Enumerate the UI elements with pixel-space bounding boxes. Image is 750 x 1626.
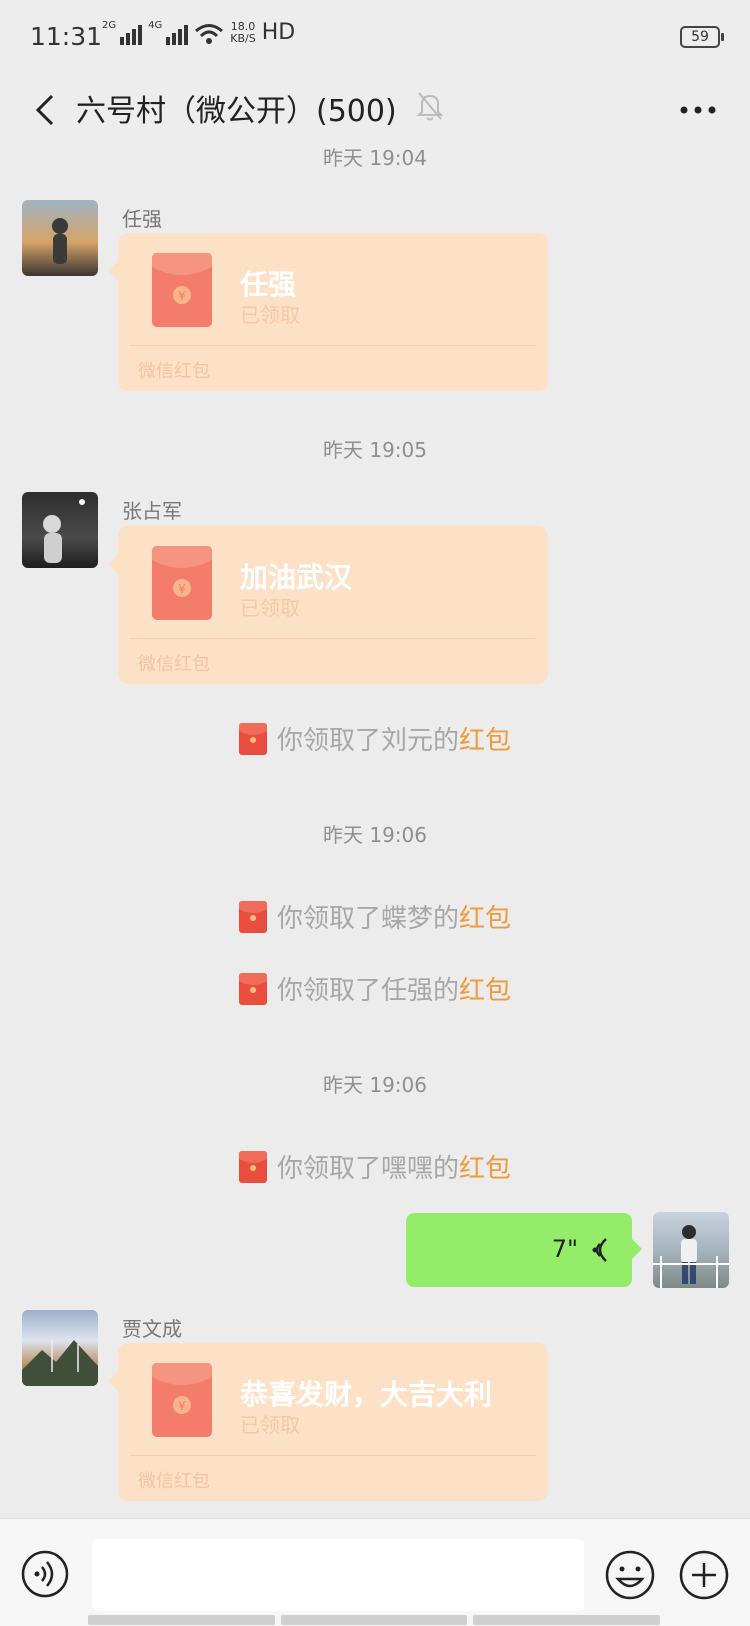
red-packet-message[interactable]: ¥ 任强 已领取 微信红包 bbox=[108, 233, 548, 391]
more-icon[interactable] bbox=[676, 92, 720, 128]
back-arrow-icon[interactable] bbox=[26, 90, 66, 130]
person-silhouette-icon bbox=[52, 218, 68, 264]
red-envelope-icon bbox=[238, 1150, 267, 1183]
plus-icon[interactable] bbox=[678, 1549, 730, 1601]
timestamp: 昨天 19:04 bbox=[323, 146, 427, 170]
avatar[interactable] bbox=[22, 1310, 98, 1386]
mountain-landscape-icon bbox=[22, 1340, 98, 1386]
battery-icon: 59 bbox=[680, 26, 724, 48]
red-envelope-icon bbox=[238, 722, 267, 755]
timestamp: 昨天 19:06 bbox=[323, 823, 427, 847]
system-notice: 你领取了刘元的红包 bbox=[0, 720, 750, 757]
svg-text:¥: ¥ bbox=[178, 1399, 186, 1413]
red-envelope-icon: ¥ bbox=[152, 253, 212, 327]
chat-header: 六号村（微公开）(500) bbox=[0, 72, 750, 152]
red-packet-link[interactable]: 红包 bbox=[459, 976, 511, 1006]
status-bar: 11:31 2G 4G 18.0 KB/S HD 59 bbox=[0, 0, 750, 72]
red-packet-label: 微信红包 bbox=[138, 1471, 210, 1492]
red-envelope-icon bbox=[238, 900, 267, 933]
sender-name: 贾文成 bbox=[122, 1317, 182, 1341]
voice-wave-icon bbox=[592, 1238, 607, 1262]
person-icon bbox=[653, 1225, 729, 1288]
voice-input-icon[interactable] bbox=[20, 1549, 70, 1599]
red-packet-greeting: 加油武汉 bbox=[240, 561, 353, 594]
keyboard-suggestion-bar bbox=[88, 1615, 661, 1625]
voice-duration: 7" bbox=[551, 1235, 578, 1263]
sender-name: 张占军 bbox=[122, 499, 182, 523]
system-notice: 你领取了嘿嘿的红包 bbox=[0, 1148, 750, 1185]
red-packet-link[interactable]: 红包 bbox=[459, 904, 511, 934]
red-envelope-icon bbox=[238, 972, 267, 1005]
my-avatar[interactable] bbox=[653, 1212, 729, 1288]
timestamp: 昨天 19:05 bbox=[323, 438, 427, 462]
red-packet-label: 微信红包 bbox=[138, 654, 210, 675]
chat-input-bar bbox=[0, 1518, 750, 1626]
timestamp: 昨天 19:06 bbox=[323, 1073, 427, 1097]
red-packet-status: 已领取 bbox=[240, 303, 300, 327]
svg-text:¥: ¥ bbox=[178, 289, 186, 303]
red-packet-status: 已领取 bbox=[240, 1413, 300, 1437]
red-packet-status: 已领取 bbox=[240, 596, 300, 620]
mute-bell-icon bbox=[416, 92, 444, 121]
svg-text:¥: ¥ bbox=[178, 582, 186, 596]
signal-4g-icon: 4G bbox=[148, 20, 189, 45]
network-indicators: 2G 4G 18.0 KB/S HD bbox=[102, 20, 295, 45]
red-packet-link[interactable]: 红包 bbox=[459, 1154, 511, 1184]
red-packet-label: 微信红包 bbox=[138, 361, 210, 382]
message-input[interactable] bbox=[92, 1539, 584, 1611]
red-packet-link[interactable]: 红包 bbox=[459, 726, 511, 756]
red-packet-message[interactable]: ¥ 恭喜发财，大吉大利 已领取 微信红包 bbox=[108, 1343, 548, 1501]
red-packet-greeting: 恭喜发财，大吉大利 bbox=[240, 1378, 493, 1411]
network-speed: 18.0 KB/S bbox=[230, 20, 256, 45]
hd-indicator: HD bbox=[261, 20, 296, 45]
red-envelope-icon: ¥ bbox=[152, 546, 212, 620]
sender-name: 任强 bbox=[122, 207, 162, 231]
wifi-icon bbox=[195, 24, 224, 44]
red-packet-message[interactable]: ¥ 加油武汉 已领取 微信红包 bbox=[108, 526, 548, 684]
system-notice: 你领取了蝶梦的红包 bbox=[0, 898, 750, 935]
person-silhouette-icon bbox=[43, 499, 85, 563]
voice-message-bubble[interactable]: 7" bbox=[406, 1213, 642, 1287]
status-time: 11:31 bbox=[30, 22, 103, 51]
system-notice: 你领取了任强的红包 bbox=[0, 970, 750, 1007]
chat-title: 六号村（微公开）(500) bbox=[76, 94, 397, 129]
emoji-icon[interactable] bbox=[604, 1549, 656, 1601]
red-envelope-icon: ¥ bbox=[152, 1363, 212, 1437]
red-packet-greeting: 任强 bbox=[240, 268, 297, 301]
avatar[interactable] bbox=[22, 200, 98, 276]
avatar[interactable] bbox=[22, 492, 98, 568]
signal-2g-icon: 2G bbox=[102, 20, 143, 45]
